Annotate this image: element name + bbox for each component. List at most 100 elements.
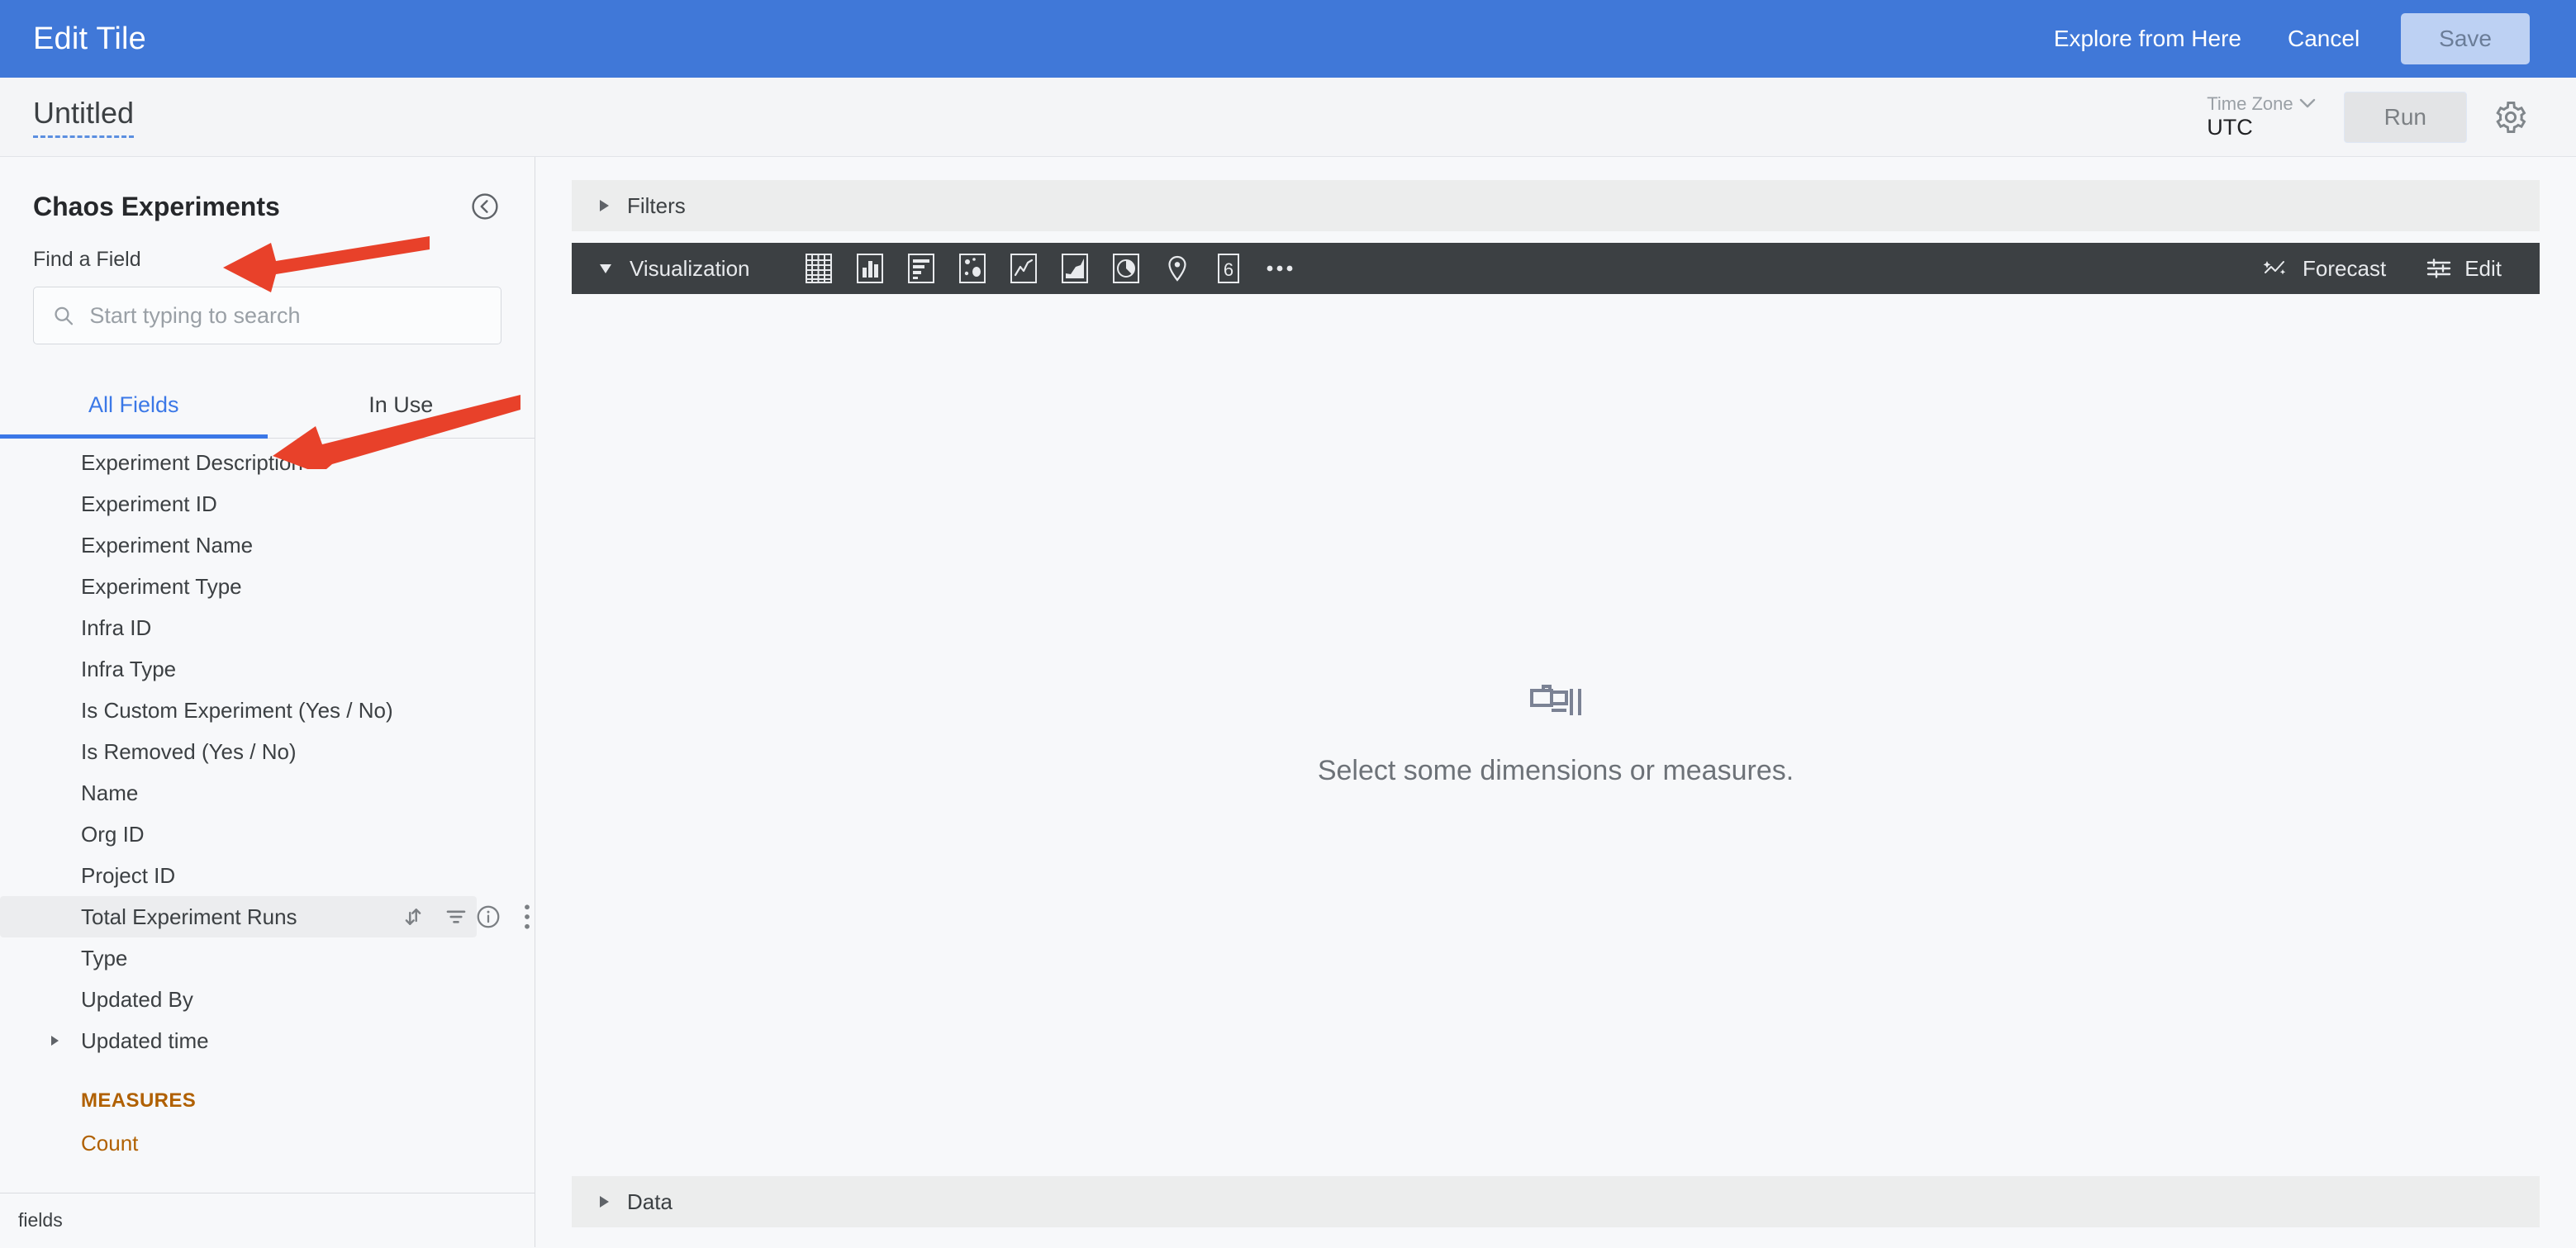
- chevron-down-icon[interactable]: [600, 263, 611, 273]
- gear-icon[interactable]: [2492, 98, 2530, 136]
- field-picker-sidebar: Chaos Experiments Find a Field All Field…: [0, 157, 535, 1247]
- area-chart-icon[interactable]: [1049, 243, 1100, 294]
- more-horizontal-icon[interactable]: [1254, 243, 1305, 294]
- find-a-field-label: Find a Field: [33, 248, 141, 271]
- data-section-header[interactable]: Data: [572, 1176, 2540, 1227]
- visualization-label: Visualization: [630, 255, 750, 281]
- field-list-item-label: Experiment Type: [81, 573, 242, 599]
- explore-header-actions: Time Zone UTC Run: [2207, 91, 2530, 143]
- field-list-item[interactable]: Experiment Type: [0, 566, 525, 607]
- more-vertical-icon[interactable]: [521, 903, 533, 931]
- save-button[interactable]: Save: [2401, 13, 2530, 64]
- explore-header-bar: Untitled Time Zone UTC Run: [0, 78, 2576, 157]
- timezone-label-row: Time Zone: [2207, 93, 2315, 114]
- single-value-icon[interactable]: 6: [1203, 243, 1254, 294]
- field-list-item[interactable]: Is Custom Experiment (Yes / No): [0, 690, 525, 731]
- visualization-canvas: Select some dimensions or measures.: [572, 294, 2540, 1176]
- tab-all-fields[interactable]: All Fields: [0, 376, 268, 439]
- edit-label: Edit: [2464, 255, 2502, 281]
- forecast-icon: [2263, 261, 2286, 275]
- field-list-item-label: Experiment Name: [81, 532, 254, 558]
- search-box[interactable]: [33, 287, 501, 344]
- cancel-button[interactable]: Cancel: [2265, 26, 2383, 52]
- search-input[interactable]: [89, 302, 482, 329]
- field-row-actions-overflow: [475, 903, 533, 931]
- table-chart-icon[interactable]: [793, 243, 844, 294]
- field-list-item-label: Infra Type: [81, 656, 177, 681]
- field-list-item-label: Infra ID: [81, 615, 152, 640]
- chevron-right-icon[interactable]: [51, 1036, 59, 1046]
- column-chart-icon[interactable]: [844, 243, 896, 294]
- sort-icon[interactable]: [401, 904, 425, 929]
- single-value-glyph: 6: [1223, 259, 1233, 280]
- field-list-item-label: Updated time: [81, 1027, 209, 1053]
- field-list-item[interactable]: Infra Type: [0, 648, 525, 690]
- field-list-item-label: Total Experiment Runs: [81, 904, 297, 929]
- measure-list-item[interactable]: Count: [0, 1122, 535, 1164]
- field-list-item[interactable]: Org ID: [0, 814, 525, 855]
- timezone-selector[interactable]: Time Zone UTC: [2207, 93, 2315, 140]
- main-bottom-spacer: [572, 1227, 2540, 1247]
- pie-chart-icon[interactable]: [1100, 243, 1152, 294]
- field-list-item[interactable]: Infra ID: [0, 607, 525, 648]
- field-list-item[interactable]: Type: [0, 937, 525, 979]
- field-list-item-label: Name: [81, 780, 139, 805]
- field-list-item[interactable]: Experiment ID: [0, 483, 525, 524]
- field-list[interactable]: Experiment Description Experiment ID Exper…: [0, 439, 535, 1193]
- tile-title-text: Untitled: [33, 96, 135, 130]
- search-field-wrapper: [0, 272, 535, 344]
- field-list-item[interactable]: Total Experiment Runs: [0, 896, 530, 937]
- top-app-bar: Edit Tile Explore from Here Cancel Save: [0, 0, 2576, 78]
- visualization-toolbar: Visualization 6 Forecast Edit: [572, 243, 2540, 294]
- field-list-item-label: Experiment ID: [81, 491, 217, 516]
- timezone-value: UTC: [2207, 114, 2253, 140]
- field-tabs: All Fields In Use: [0, 376, 535, 439]
- field-list-item[interactable]: Is Removed (Yes / No): [0, 731, 525, 772]
- chevron-right-icon: [600, 1196, 609, 1208]
- explore-from-here-link[interactable]: Explore from Here: [2031, 26, 2265, 52]
- timezone-label: Time Zone: [2207, 93, 2293, 115]
- field-list-item-label: Org ID: [81, 821, 145, 847]
- field-list-item[interactable]: Experiment Description: [0, 442, 525, 483]
- visualization-right-actions: Forecast Edit: [2242, 256, 2521, 282]
- settings-sliders-icon: [2426, 259, 2451, 278]
- sidebar-header: Chaos Experiments: [0, 157, 535, 223]
- sidebar-footer-text: fields: [18, 1209, 63, 1231]
- line-chart-icon[interactable]: [998, 243, 1049, 294]
- filters-label: Filters: [627, 192, 686, 218]
- run-button[interactable]: Run: [2343, 91, 2467, 143]
- field-list-item[interactable]: Project ID: [0, 855, 525, 896]
- scatter-chart-icon[interactable]: [947, 243, 998, 294]
- info-icon[interactable]: [475, 904, 501, 930]
- search-icon: [55, 306, 74, 325]
- bar-chart-icon[interactable]: [896, 243, 947, 294]
- sidebar-footer: fields: [0, 1193, 535, 1247]
- projector-icon: [1530, 684, 1581, 715]
- tab-in-use[interactable]: In Use: [268, 376, 535, 438]
- forecast-button[interactable]: Forecast: [2242, 256, 2406, 282]
- field-list-item-label: Is Custom Experiment (Yes / No): [81, 697, 393, 723]
- visualization-type-icons: 6: [793, 243, 1305, 294]
- field-list-item[interactable]: Updated time: [0, 1020, 525, 1061]
- field-list-item[interactable]: Name: [0, 772, 525, 814]
- measure-list-item-label: Count: [81, 1130, 139, 1155]
- forecast-label: Forecast: [2303, 255, 2387, 281]
- top-bar-actions: Explore from Here Cancel Save: [2031, 13, 2530, 64]
- data-label: Data: [627, 1189, 673, 1214]
- field-list-item[interactable]: Experiment Name: [0, 524, 525, 566]
- field-list-item-label: Project ID: [81, 862, 176, 888]
- filter-icon[interactable]: [444, 904, 468, 929]
- explore-main-pane: Filters Visualization 6 Forecast Edit Se…: [535, 157, 2576, 1247]
- field-list-item[interactable]: Updated By: [0, 979, 525, 1020]
- field-row-actions: [401, 904, 477, 929]
- collapse-sidebar-icon[interactable]: [468, 190, 501, 223]
- field-list-item-label: Type: [81, 945, 128, 970]
- explore-name: Chaos Experiments: [33, 191, 280, 221]
- map-chart-icon[interactable]: [1152, 243, 1203, 294]
- tile-title-field[interactable]: Untitled: [33, 96, 135, 138]
- empty-state-message: Select some dimensions or measures.: [1317, 754, 1794, 786]
- edit-visualization-button[interactable]: Edit: [2406, 256, 2521, 282]
- page-title: Edit Tile: [33, 21, 146, 56]
- field-list-item-label: Experiment Description: [81, 449, 303, 475]
- filters-section-header[interactable]: Filters: [572, 180, 2540, 231]
